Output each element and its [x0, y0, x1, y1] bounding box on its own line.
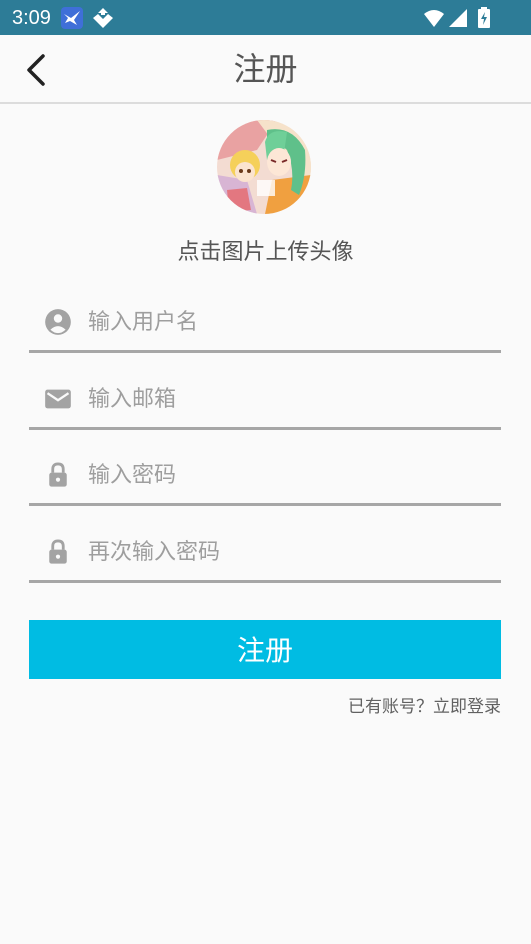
battery-charging-icon — [476, 6, 492, 30]
username-field[interactable] — [29, 294, 501, 353]
lock-icon — [44, 538, 72, 566]
app-bar: 注册 — [0, 35, 531, 104]
register-button[interactable]: 注册 — [29, 620, 501, 679]
download-arrow-icon — [91, 6, 115, 30]
login-link[interactable]: 已有账号？立即登录 — [348, 695, 501, 719]
status-time: 3:09 — [12, 7, 51, 29]
password-input[interactable] — [88, 455, 488, 495]
password-field[interactable] — [29, 447, 501, 506]
email-field[interactable] — [29, 371, 501, 430]
username-input[interactable] — [88, 302, 488, 342]
confirm-password-input[interactable] — [88, 532, 488, 572]
email-input[interactable] — [88, 379, 488, 419]
confirm-password-field[interactable] — [29, 524, 501, 583]
cellular-signal-icon — [448, 6, 468, 30]
wifi-icon — [423, 6, 445, 30]
account-circle-icon — [44, 308, 72, 336]
bird-app-icon — [60, 6, 84, 30]
lock-icon — [44, 461, 72, 489]
avatar-image — [217, 120, 311, 214]
page-title: 注册 — [233, 50, 298, 88]
avatar-upload-hint: 点击图片上传头像 — [177, 240, 354, 265]
avatar-upload[interactable] — [217, 120, 311, 214]
status-bar: 3:09 — [0, 0, 531, 35]
mail-icon — [44, 385, 72, 413]
